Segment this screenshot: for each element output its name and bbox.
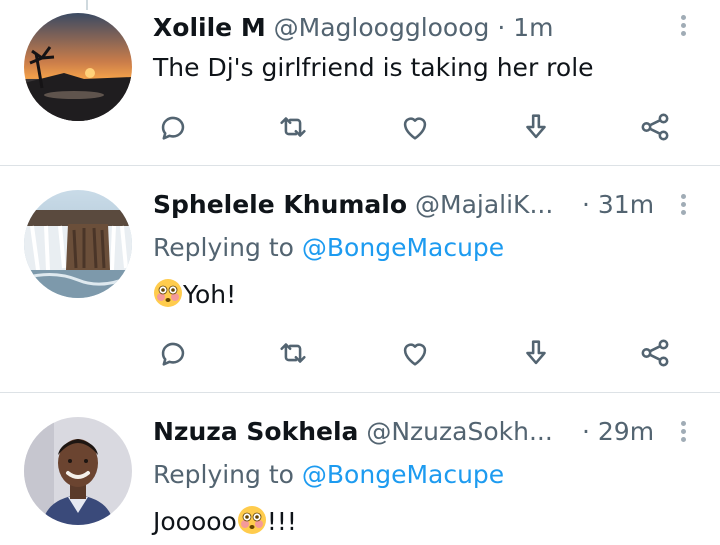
tweet-text: The Dj's girlfriend is taking her role (153, 53, 594, 82)
display-name[interactable]: Nzuza Sokhela (153, 417, 358, 446)
dot-separator: · (582, 417, 590, 446)
user-handle[interactable]: @NzuzaSokh... (366, 417, 552, 446)
tweet[interactable]: Xolile M @Magloogglooog · 1m The Dj's gi… (0, 0, 720, 165)
reply-icon[interactable] (156, 336, 190, 370)
tweet-text-suffix: !!! (266, 507, 297, 536)
retweet-icon[interactable] (276, 110, 310, 144)
user-handle[interactable]: @Magloogglooog (274, 13, 490, 42)
tweet-text-content: Yoh! (183, 280, 237, 309)
action-bar (0, 336, 720, 370)
reply-icon[interactable] (156, 110, 190, 144)
flushed-face-emoji (237, 505, 267, 535)
replying-to: Replying to @BongeMacupe (153, 230, 504, 266)
display-name[interactable]: Xolile M (153, 13, 266, 42)
dot-separator: · (497, 13, 506, 42)
dot-separator: · (582, 190, 590, 219)
retweet-icon[interactable] (276, 336, 310, 370)
replying-label: Replying to (153, 460, 294, 489)
heart-icon[interactable] (398, 336, 432, 370)
download-icon[interactable] (519, 336, 553, 370)
tweet-text: Yoh! (153, 277, 236, 313)
user-avatar[interactable] (24, 190, 132, 298)
share-icon[interactable] (638, 336, 672, 370)
timestamp[interactable]: 29m (598, 417, 654, 446)
heart-icon[interactable] (398, 110, 432, 144)
share-icon[interactable] (638, 110, 672, 144)
download-icon[interactable] (519, 110, 553, 144)
more-icon[interactable] (678, 418, 688, 445)
user-avatar[interactable] (24, 13, 132, 121)
timestamp[interactable]: 1m (513, 13, 553, 42)
replying-label: Replying to (153, 233, 294, 262)
tweet[interactable]: Sphelele Khumalo @MajaliK... · 31m Reply… (0, 166, 720, 392)
user-handle[interactable]: @MajaliK... (415, 190, 553, 219)
mention-link[interactable]: @BongeMacupe (302, 460, 504, 489)
action-bar (0, 110, 720, 144)
display-name[interactable]: Sphelele Khumalo (153, 190, 407, 219)
timestamp[interactable]: 31m (598, 190, 654, 219)
mention-link[interactable]: @BongeMacupe (302, 233, 504, 262)
tweet-text-content: Jooooo (153, 507, 237, 536)
more-icon[interactable] (678, 12, 688, 39)
flushed-face-emoji (153, 278, 183, 308)
more-icon[interactable] (678, 191, 688, 218)
replying-to: Replying to @BongeMacupe (153, 457, 504, 493)
tweet[interactable]: Nzuza Sokhela @NzuzaSokh... · 29m Replyi… (0, 393, 720, 545)
user-avatar[interactable] (24, 417, 132, 525)
tweet-text: Jooooo !!! (153, 504, 297, 540)
